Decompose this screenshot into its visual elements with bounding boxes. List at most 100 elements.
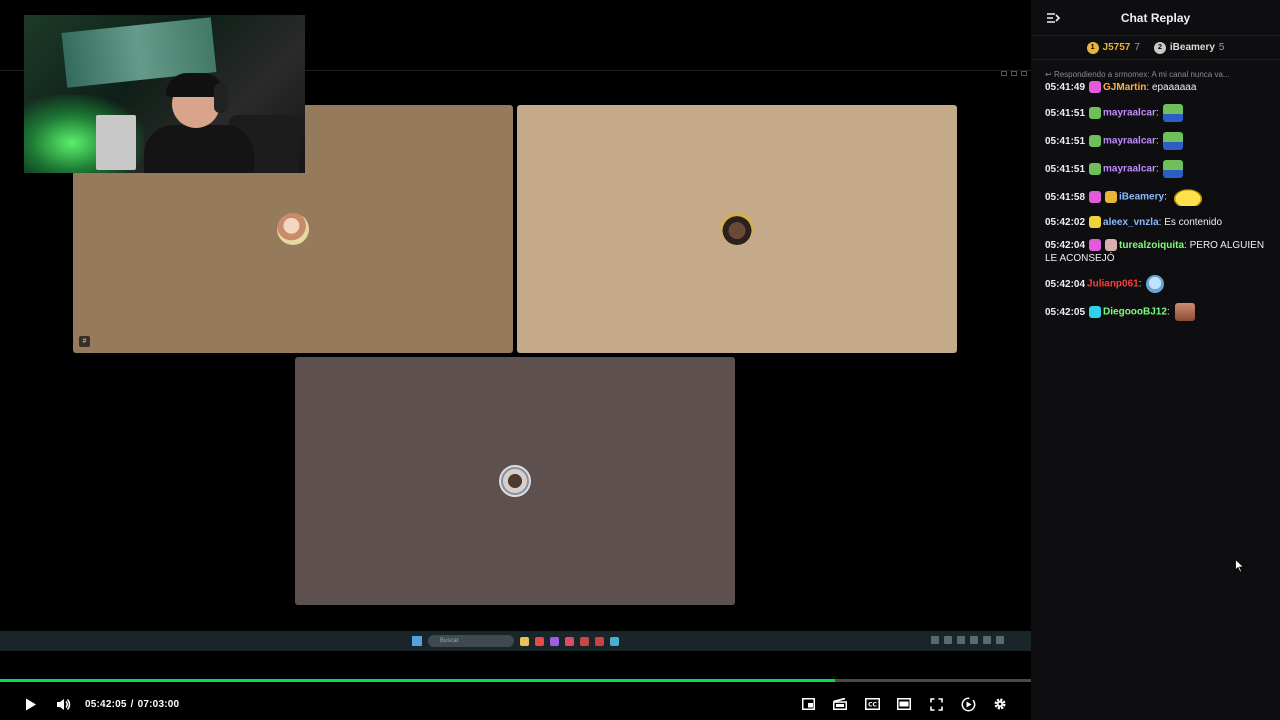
chat-message: 05:42:05 DiegoooBJ12: [1045,303,1266,321]
theater-mode-button[interactable] [888,688,920,720]
clip-icon [833,698,847,710]
player-controls: 05:42:05/07:03:00 CC [0,688,1031,720]
user-badge-icon[interactable] [1089,107,1102,119]
message-username[interactable]: mayraalcar [1103,136,1156,147]
user-badge-icon[interactable] [1089,81,1102,94]
reply-arrow-icon: ↩ [1045,70,1054,79]
current-time: 05:42:05 [85,698,127,710]
taskbar-search: Buscar [428,635,514,647]
closed-captions-icon: CC [864,698,880,710]
system-tray [931,636,1023,646]
user-badge-icon[interactable] [1105,191,1118,203]
gift-leaderboard: 1 J5757 7 2 iBeamery 5 [1031,36,1280,60]
message-username[interactable]: Julianp061 [1087,279,1139,290]
rank-badge-icon: 2 [1153,41,1166,54]
frog-emote-icon[interactable] [1163,132,1184,150]
streamer-webcam [24,15,305,173]
call-participant-tile [295,357,735,605]
stream-window-controls [1001,71,1027,76]
play-button[interactable] [15,688,47,720]
message-colon: : [1155,135,1162,147]
cry-emote-icon[interactable] [1146,275,1165,293]
user-badge-icon[interactable] [1089,163,1102,175]
message-username[interactable]: mayraalcar [1103,108,1156,119]
user-badge-icon[interactable] [1089,239,1102,252]
settings-button[interactable] [984,688,1016,720]
leaderboard-user: J5757 [1102,42,1131,53]
message-colon: : [1166,306,1173,318]
frog-emote-icon[interactable] [1163,160,1184,178]
frog-emote-icon[interactable] [1163,104,1184,122]
face-emote-icon[interactable] [1174,303,1195,321]
message-timestamp: 05:42:02 [1045,217,1086,228]
blob-emote-icon[interactable] [1171,188,1204,206]
folder-icon [520,636,529,646]
app-icon [565,636,574,646]
message-timestamp: 05:41:51 [1045,135,1086,147]
fullscreen-button[interactable] [920,688,952,720]
browser-icon [535,636,544,646]
video-player[interactable]: # Buscar 05:42:05 / 07:03:00 CC [0,0,1031,720]
leaderboard-user: iBeamery [1169,42,1215,53]
participant-avatar [277,213,309,245]
message-timestamp: 05:42:05 [1045,306,1086,318]
message-timestamp: 05:41:58 [1045,191,1086,203]
call-participant-tile [517,105,957,353]
message-username[interactable]: DiegoooBJ12 [1103,307,1167,318]
theater-mode-icon [897,698,911,710]
message-username[interactable]: GJMartin [1103,82,1146,93]
chat-message: 05:41:49 GJMartin: epaaaaaa [1045,81,1266,94]
user-badge-icon[interactable] [1089,135,1102,147]
user-badge-icon[interactable] [1089,306,1102,318]
chat-message: 05:42:02 aleex_vnzla: Es contenido [1045,216,1266,229]
settings-icon [994,698,1006,710]
user-badge-icon[interactable] [1089,216,1102,229]
playback-speed-button[interactable] [952,688,984,720]
message-timestamp: 05:42:04 [1045,240,1086,251]
message-colon: : [1138,278,1145,290]
participant-avatar [499,465,531,497]
message-username[interactable]: turealzoiquita [1119,240,1184,251]
chat-message: 05:41:51 mayraalcar: [1045,160,1266,178]
message-text: Es contenido [1164,217,1223,228]
app-icon [610,636,619,646]
clip-button[interactable] [824,688,856,720]
collapse-chat-icon[interactable] [1045,10,1061,26]
volume-button[interactable] [47,688,79,720]
mouse-cursor-icon [1235,559,1245,573]
message-username[interactable]: mayraalcar [1103,164,1156,175]
discord-icon [550,636,559,646]
tile-mute-icon: # [79,336,90,347]
chat-messages: ↩ Respondiendo a srmomex: A mi canal nun… [1031,60,1280,321]
rank-badge-icon: 1 [1086,41,1099,54]
chat-message: 05:42:04 turealzoiquita: PERO ALGUIEN LE … [1045,239,1266,265]
closed-captions-button[interactable]: CC [856,688,888,720]
message-username[interactable]: aleex_vnzla [1103,217,1159,228]
time-separator: / [130,698,134,710]
chat-message: 05:41:58 iBeamery: [1045,188,1266,206]
leaderboard-count: 5 [1218,42,1225,53]
seek-bar[interactable] [0,679,1031,682]
message-colon: : [1164,191,1170,203]
reply-context-text: Respondiendo a srmomex: A mi canal nunca… [1053,70,1230,79]
chrome-icon [595,636,604,646]
volume-icon [56,698,70,710]
duration: 07:03:00 [137,698,180,710]
message-colon: : [1155,163,1162,175]
chat-message: 05:41:51 mayraalcar: [1045,104,1266,122]
message-colon: : [1155,107,1162,119]
leaderboard-entry[interactable]: 1 J5757 7 [1086,41,1140,54]
message-timestamp: 05:42:04 [1045,278,1086,290]
message-username[interactable]: iBeamery [1119,192,1164,203]
user-badge-icon[interactable] [1089,191,1102,203]
message-timestamp: 05:41:51 [1045,107,1086,119]
leaderboard-entry[interactable]: 2 iBeamery 5 [1153,41,1225,54]
chat-message: 05:42:04 Julianp061: [1045,275,1266,293]
miniplayer-button[interactable] [792,688,824,720]
message-text: epaaaaaa [1151,82,1197,93]
app-icon [580,636,589,646]
svg-text:CC: CC [868,702,877,709]
message-timestamp: 05:41:49 [1045,82,1086,93]
leaderboard-count: 7 [1134,42,1140,53]
user-badge-icon[interactable] [1105,239,1118,252]
